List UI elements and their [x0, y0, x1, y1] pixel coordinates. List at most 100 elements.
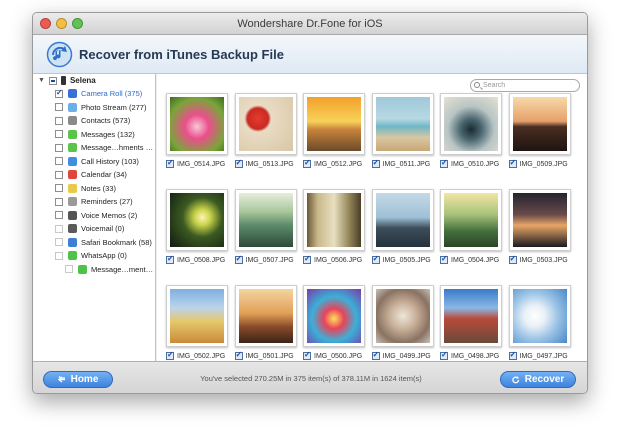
photo-checkbox[interactable] — [166, 350, 174, 360]
photo-item[interactable]: IMG_0499.JPG — [371, 285, 434, 373]
sidebar-item-call-history[interactable]: Call History (103) — [33, 155, 155, 169]
photo-item[interactable]: IMG_0514.JPG — [166, 93, 228, 181]
photo-image — [512, 97, 567, 151]
search-placeholder: Search — [483, 82, 506, 89]
photo-caption: IMG_0505.JPG — [371, 254, 434, 264]
photo-item[interactable]: IMG_0505.JPG — [371, 189, 434, 277]
photo-thumbnail[interactable] — [166, 285, 228, 347]
category-checkbox[interactable] — [55, 157, 63, 166]
sidebar-item-label: Message…hments (10) — [81, 143, 155, 153]
minimize-window-button[interactable] — [56, 18, 67, 29]
category-checkbox[interactable] — [55, 116, 63, 125]
photo-thumbnail[interactable] — [166, 189, 228, 251]
photo-checkbox[interactable] — [371, 350, 380, 360]
photo-thumbnail[interactable] — [234, 285, 297, 347]
category-checkbox[interactable] — [55, 130, 63, 139]
photo-item[interactable]: IMG_0513.JPG — [234, 93, 297, 181]
photo-checkbox[interactable] — [166, 158, 174, 168]
photo-checkbox[interactable] — [303, 158, 311, 168]
photo-thumbnail[interactable] — [440, 285, 502, 347]
photo-item[interactable]: IMG_0498.JPG — [440, 285, 502, 373]
photo-checkbox[interactable] — [234, 350, 243, 360]
call-history-icon — [68, 156, 77, 166]
sidebar-item-notes[interactable]: Notes (33) — [33, 182, 155, 196]
photo-checkbox[interactable] — [303, 254, 311, 264]
photo-item[interactable]: IMG_0503.JPG — [508, 189, 571, 277]
photo-thumbnail[interactable] — [440, 189, 502, 251]
photo-item[interactable]: IMG_0501.JPG — [234, 285, 297, 373]
photo-thumbnail[interactable] — [508, 285, 571, 347]
device-node[interactable]: ▼ Selena — [33, 74, 155, 87]
category-checkbox[interactable] — [55, 211, 63, 220]
sidebar-item-calendar[interactable]: Calendar (34) — [33, 168, 155, 182]
photo-item[interactable]: IMG_0500.JPG — [303, 285, 365, 373]
device-checkbox[interactable] — [48, 76, 57, 85]
sidebar-item-messages[interactable]: Messages (132) — [33, 128, 155, 142]
photo-checkbox[interactable] — [371, 254, 380, 264]
photo-item[interactable]: IMG_0502.JPG — [166, 285, 228, 373]
close-window-button[interactable] — [40, 18, 51, 29]
photo-filename: IMG_0499.JPG — [382, 352, 431, 360]
photo-thumbnail[interactable] — [371, 189, 434, 251]
photo-thumbnail[interactable] — [371, 285, 434, 347]
photo-item[interactable]: IMG_0497.JPG — [508, 285, 571, 373]
sidebar-item-whatsapp-attachments[interactable]: Message…ments (0) — [33, 263, 155, 277]
sidebar-item-label: Photo Stream (277) — [81, 102, 147, 112]
photo-item[interactable]: IMG_0510.JPG — [440, 93, 502, 181]
photo-checkbox[interactable] — [508, 158, 517, 168]
photo-item[interactable]: IMG_0512.JPG — [303, 93, 365, 181]
photo-item[interactable]: IMG_0504.JPG — [440, 189, 502, 277]
photo-checkbox[interactable] — [371, 158, 380, 168]
zoom-window-button[interactable] — [72, 18, 83, 29]
photo-thumbnail[interactable] — [303, 285, 365, 347]
sidebar-item-message-attachments[interactable]: Message…hments (10) — [33, 141, 155, 155]
photo-checkbox[interactable] — [440, 158, 448, 168]
sidebar-item-whatsapp[interactable]: WhatsApp (0) — [33, 249, 155, 263]
photo-thumbnail[interactable] — [303, 93, 365, 155]
sidebar-item-contacts[interactable]: Contacts (573) — [33, 114, 155, 128]
photo-thumbnail[interactable] — [508, 93, 571, 155]
photo-thumbnail[interactable] — [440, 93, 502, 155]
sidebar-item-reminders[interactable]: Reminders (27) — [33, 195, 155, 209]
photo-thumbnail[interactable] — [303, 189, 365, 251]
category-checkbox[interactable] — [55, 170, 63, 179]
photo-item[interactable]: IMG_0506.JPG — [303, 189, 365, 277]
sidebar-item-label: Voice Memos (2) — [81, 210, 138, 220]
photo-item[interactable]: IMG_0507.JPG — [234, 189, 297, 277]
device-name: Selena — [69, 76, 96, 85]
category-checkbox[interactable] — [55, 143, 63, 152]
photo-image — [307, 193, 361, 247]
photo-filename: IMG_0509.JPG — [519, 160, 568, 168]
sidebar-item-photo-stream[interactable]: Photo Stream (277) — [33, 101, 155, 115]
photo-thumbnail[interactable] — [508, 189, 571, 251]
sidebar-item-safari[interactable]: Safari Bookmark (58) — [33, 236, 155, 250]
sidebar-item-camera-roll[interactable]: Camera Roll (375) — [33, 87, 155, 101]
recover-button[interactable]: Recover — [500, 371, 576, 388]
photo-thumbnail[interactable] — [234, 93, 297, 155]
photo-checkbox[interactable] — [440, 350, 448, 360]
photo-item[interactable]: IMG_0508.JPG — [166, 189, 228, 277]
photo-thumbnail[interactable] — [166, 93, 228, 155]
photo-checkbox[interactable] — [234, 254, 243, 264]
sidebar-item-voice-memos[interactable]: Voice Memos (2) — [33, 209, 155, 223]
disclosure-triangle-icon[interactable]: ▼ — [38, 77, 45, 84]
category-checkbox[interactable] — [55, 184, 63, 193]
message-attachments-icon — [68, 143, 77, 153]
photo-checkbox[interactable] — [440, 254, 448, 264]
photo-checkbox[interactable] — [166, 254, 174, 264]
sidebar-item-voicemail[interactable]: Voicemail (0) — [33, 222, 155, 236]
photo-checkbox[interactable] — [508, 254, 517, 264]
category-checkbox[interactable] — [55, 103, 63, 112]
photo-item[interactable]: IMG_0511.JPG — [371, 93, 434, 181]
photo-thumbnail[interactable] — [371, 93, 434, 155]
category-checkbox[interactable] — [55, 197, 63, 206]
photo-checkbox[interactable] — [508, 350, 517, 360]
photo-item[interactable]: IMG_0509.JPG — [508, 93, 571, 181]
photo-thumbnail[interactable] — [234, 189, 297, 251]
category-checkbox[interactable] — [55, 88, 63, 98]
search-input[interactable]: Search — [470, 79, 580, 92]
photo-checkbox[interactable] — [303, 350, 311, 360]
sidebar-item-label: Voicemail (0) — [81, 224, 125, 234]
safari-icon — [68, 237, 77, 247]
photo-checkbox[interactable] — [234, 158, 243, 168]
